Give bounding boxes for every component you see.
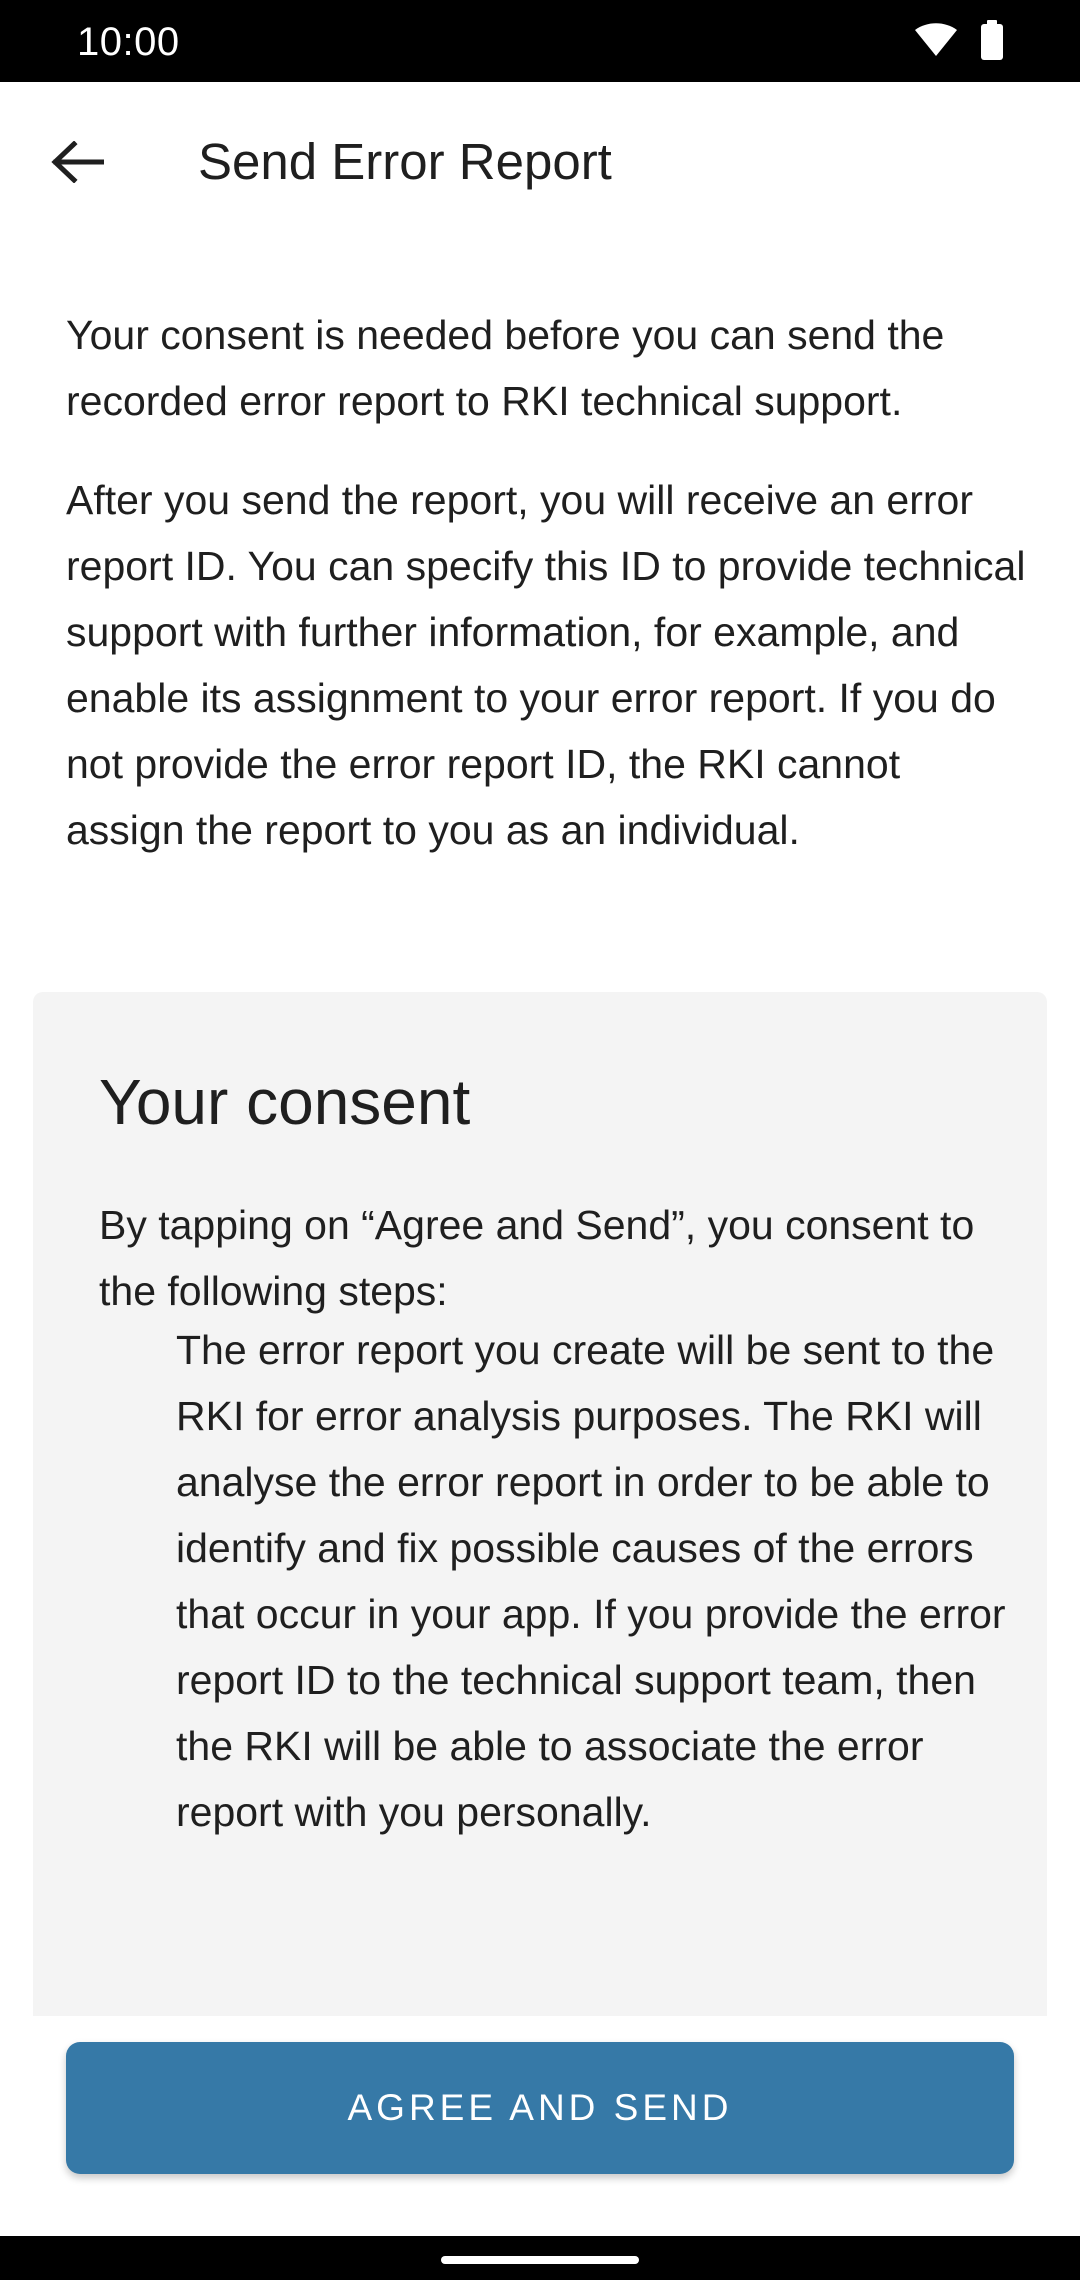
agree-and-send-button[interactable]: AGREE AND SEND xyxy=(66,2042,1014,2174)
consent-intro: By tapping on “Agree and Send”, you cons… xyxy=(99,1202,975,1314)
home-handle[interactable] xyxy=(441,2256,639,2264)
intro-paragraph: After you send the report, you will rece… xyxy=(66,477,1026,853)
wifi-icon xyxy=(914,22,958,63)
intro-section: Your consent is needed before you can se… xyxy=(66,302,1026,896)
page-title: Send Error Report xyxy=(198,133,612,190)
toolbar: Send Error Report xyxy=(0,82,1080,242)
app-screen: Send Error Report Your consent is needed… xyxy=(0,82,1080,2236)
bottom-action-area: AGREE AND SEND xyxy=(0,2016,1080,2236)
status-time: 10:00 xyxy=(77,20,180,64)
battery-icon xyxy=(980,19,1004,65)
consent-card: Your consent By tapping on “Agree and Se… xyxy=(33,992,1047,2092)
gesture-navigation-bar xyxy=(0,2236,1080,2280)
consent-title: Your consent xyxy=(99,1066,471,1138)
arrow-back-icon xyxy=(50,139,105,188)
intro-paragraph: Your consent is needed before you can se… xyxy=(66,312,945,424)
status-icons xyxy=(914,19,1004,65)
status-bar: 10:00 xyxy=(0,0,1080,82)
consent-step: The error report you create will be sent… xyxy=(176,1327,1006,1835)
back-button[interactable] xyxy=(34,126,120,202)
